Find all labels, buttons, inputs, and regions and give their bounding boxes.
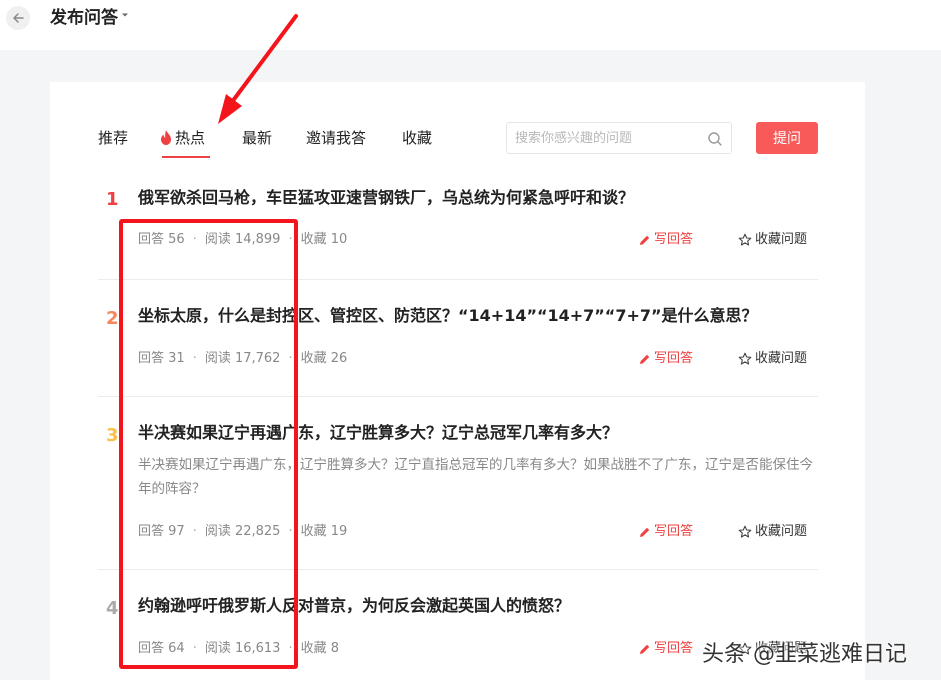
tab-hot-label: 热点 <box>175 129 206 147</box>
back-button[interactable] <box>6 6 30 30</box>
caret-down-icon[interactable] <box>120 10 130 20</box>
top-bar: 发布问答 <box>0 0 941 50</box>
star-icon <box>738 233 752 246</box>
tab-latest[interactable]: 最新 <box>242 126 272 150</box>
rank-number: 4 <box>106 598 119 619</box>
search-box <box>506 122 732 154</box>
back-arrow-icon <box>13 13 24 23</box>
rank-number: 3 <box>106 425 119 446</box>
search-input[interactable] <box>515 123 705 153</box>
rank-number: 2 <box>106 308 119 329</box>
page-title[interactable]: 发布问答 <box>50 6 118 30</box>
write-answer-button[interactable]: 写回答 <box>638 639 693 659</box>
tab-favorites[interactable]: 收藏 <box>402 126 432 150</box>
pencil-icon <box>640 527 650 537</box>
tab-recommend[interactable]: 推荐 <box>98 126 128 150</box>
favorite-question-button[interactable]: 收藏问题 <box>738 522 807 542</box>
flame-icon <box>161 130 171 145</box>
favorite-count: 收藏 19 <box>300 524 348 539</box>
watermark-text: 头条 @韭菜逃难日记 <box>702 642 907 667</box>
write-answer-button[interactable]: 写回答 <box>638 230 693 250</box>
star-icon <box>738 525 752 538</box>
question-title[interactable]: 俄军欲杀回马枪，车臣猛攻亚速营钢铁厂，乌总统为何紧急呼吁和谈？ <box>138 186 634 210</box>
pencil-icon <box>640 644 650 654</box>
tab-hot[interactable]: 热点 <box>160 126 205 150</box>
annotation-highlight-box <box>119 219 298 669</box>
favorite-count: 收藏 26 <box>300 351 348 366</box>
star-icon <box>738 352 752 365</box>
pencil-icon <box>640 354 650 364</box>
active-tab-indicator <box>162 156 210 158</box>
favorite-question-button[interactable]: 收藏问题 <box>738 230 807 250</box>
write-answer-button[interactable]: 写回答 <box>638 349 693 369</box>
tab-invited[interactable]: 邀请我答 <box>306 126 366 150</box>
favorite-count: 收藏 10 <box>300 232 348 247</box>
ask-question-button[interactable]: 提问 <box>756 122 818 154</box>
pencil-icon <box>640 235 650 245</box>
rank-number: 1 <box>106 189 119 210</box>
search-icon[interactable] <box>707 131 723 147</box>
write-answer-button[interactable]: 写回答 <box>638 522 693 542</box>
favorite-question-button[interactable]: 收藏问题 <box>738 349 807 369</box>
favorite-count: 收藏 8 <box>300 641 339 656</box>
